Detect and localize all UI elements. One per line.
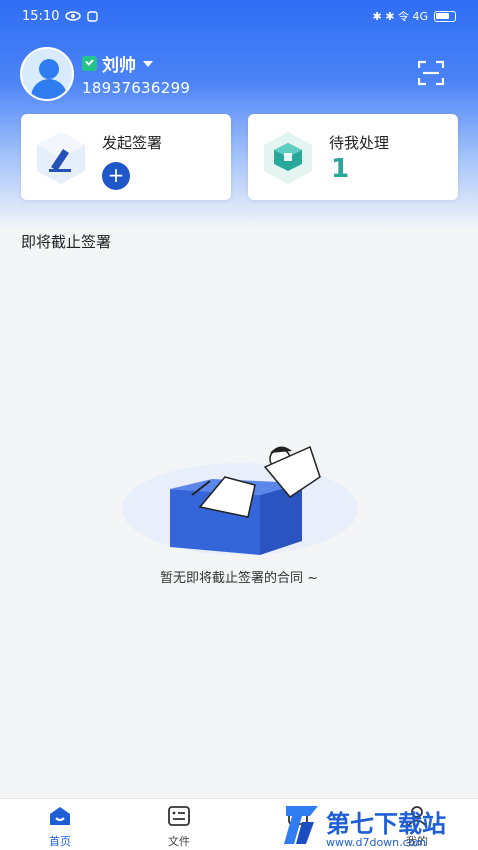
status-left: 15:10 bbox=[22, 8, 99, 24]
tab-files[interactable]: 文件 bbox=[149, 805, 209, 849]
section-title: 即将截止签署 bbox=[21, 233, 112, 251]
watermark-logo: 第七下载站 www.d7down.com bbox=[284, 806, 446, 849]
tab-files-label: 文件 bbox=[168, 835, 190, 848]
watermark-text: 第七下载站 bbox=[326, 810, 446, 838]
start-signing-card[interactable]: 发起签署 + bbox=[21, 114, 231, 200]
watermark-url: www.d7down.com bbox=[326, 836, 426, 849]
avatar[interactable] bbox=[20, 47, 74, 101]
status-bar: 15:10 ✱ ✱ 令 4G bbox=[0, 0, 478, 32]
pending-box-icon bbox=[264, 132, 312, 184]
eye-icon bbox=[65, 11, 82, 21]
empty-state-illustration bbox=[122, 445, 358, 555]
pending-count: 1 bbox=[331, 154, 350, 184]
scan-icon[interactable] bbox=[418, 60, 444, 86]
home-icon bbox=[50, 807, 70, 825]
chevron-down-icon[interactable] bbox=[143, 60, 153, 67]
verified-icon bbox=[82, 56, 97, 71]
nfc-icon bbox=[87, 10, 99, 22]
user-profile[interactable]: 刘帅 18937636299 bbox=[20, 47, 190, 101]
user-name: 刘帅 bbox=[102, 56, 136, 76]
avatar-head bbox=[39, 59, 59, 79]
status-right: ✱ ✱ 令 4G bbox=[373, 8, 456, 24]
start-signing-title: 发起签署 bbox=[102, 134, 163, 152]
user-phone: 18937636299 bbox=[82, 79, 191, 97]
sign-pen-icon bbox=[37, 132, 85, 184]
avatar-body bbox=[31, 79, 67, 99]
add-signing-button[interactable]: + bbox=[102, 162, 130, 190]
profile-text: 刘帅 18937636299 bbox=[82, 51, 190, 97]
file-list-icon bbox=[168, 806, 190, 826]
status-indicators: ✱ ✱ 令 4G bbox=[372, 10, 428, 23]
tab-home[interactable]: 首页 bbox=[30, 805, 90, 849]
tab-home-label: 首页 bbox=[49, 835, 71, 848]
name-row[interactable]: 刘帅 bbox=[82, 51, 190, 76]
pending-tasks-card[interactable]: 待我处理 1 bbox=[248, 114, 458, 200]
empty-state-text: 暂无即将截止签署的合同 ~ bbox=[159, 571, 319, 586]
pending-tasks-title: 待我处理 bbox=[329, 134, 390, 152]
battery-icon bbox=[434, 10, 456, 22]
status-time: 15:10 bbox=[22, 8, 60, 24]
